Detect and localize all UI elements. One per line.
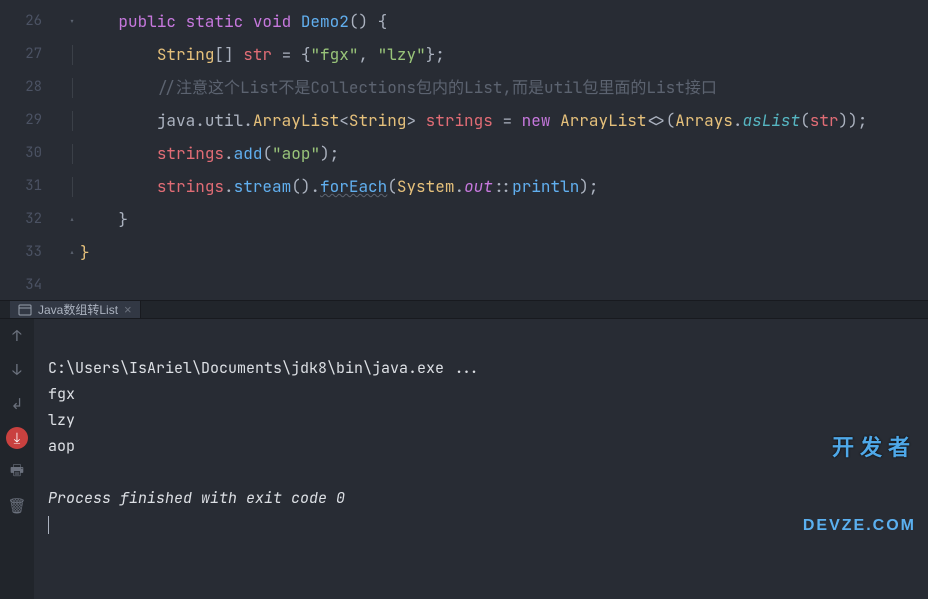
console-line: aop [48,436,75,456]
line-number: 29 [0,104,64,137]
code-line[interactable]: //注意这个List不是Collections包内的List,而是util包里面… [80,71,928,104]
fold-marker[interactable] [64,71,80,104]
close-icon[interactable]: × [124,302,132,317]
console-output[interactable]: C:\Users\IsAriel\Documents\jdk8\bin\java… [34,319,928,599]
line-number: 28 [0,71,64,104]
console-line: fgx [48,384,75,404]
run-tabs-row: Java数组转List × [0,301,928,319]
line-number: 34 [0,269,64,302]
soft-wrap-button[interactable]: ↲ [6,393,28,415]
console-command: C:\Users\IsAriel\Documents\jdk8\bin\java… [48,358,480,378]
fold-marker[interactable]: ▴ [64,203,80,236]
trash-button[interactable]: 🗑 [6,495,28,517]
line-number-gutter: 262728293031323334 [0,0,64,300]
code-line[interactable] [80,269,928,302]
line-number: 30 [0,137,64,170]
download-button[interactable]: ⤓ [6,427,28,449]
fold-marker[interactable] [64,137,80,170]
fold-marker[interactable]: ▾ [64,5,80,38]
console-line: lzy [48,410,75,430]
line-number: 27 [0,38,64,71]
code-line[interactable]: String[] str = {"fgx", "lzy"}; [80,38,928,71]
fold-marker[interactable] [64,38,80,71]
code-line[interactable]: public static void Demo2() { [80,5,928,38]
run-tab-label: Java数组转List [38,301,118,318]
scroll-down-button[interactable]: ↓ [6,359,28,381]
fold-column: ▾ ▴▴ [64,0,80,300]
line-number: 31 [0,170,64,203]
run-config-icon [18,303,32,317]
run-panel: Java数组转List × ↑ ↓ ↲ ⤓ 🖶 🗑 C:\Users\IsAri… [0,300,928,552]
code-line[interactable]: } [80,236,928,269]
code-line[interactable]: strings.add("aop"); [80,137,928,170]
line-number: 26 [0,5,64,38]
console-cursor [48,516,49,534]
console-exit-message: Process finished with exit code 0 [48,488,345,508]
code-content[interactable]: public static void Demo2() { String[] st… [80,0,928,300]
line-number: 33 [0,236,64,269]
fold-marker[interactable] [64,104,80,137]
print-button[interactable]: 🖶 [6,461,28,483]
line-number: 32 [0,203,64,236]
run-tool-column: ↑ ↓ ↲ ⤓ 🖶 🗑 [0,319,34,599]
code-line[interactable]: java.util.ArrayList<String> strings = ne… [80,104,928,137]
code-editor[interactable]: 262728293031323334 ▾ ▴▴ public static voi… [0,0,928,300]
code-line[interactable]: strings.stream().forEach(System.out::pri… [80,170,928,203]
fold-marker[interactable]: ▴ [64,236,80,269]
fold-marker[interactable] [64,269,80,302]
watermark: 开发者 DEVZE.COM [803,383,916,591]
scroll-up-button[interactable]: ↑ [6,325,28,347]
code-line[interactable]: } [80,203,928,236]
fold-marker[interactable] [64,170,80,203]
run-tab[interactable]: Java数组转List × [10,301,141,318]
